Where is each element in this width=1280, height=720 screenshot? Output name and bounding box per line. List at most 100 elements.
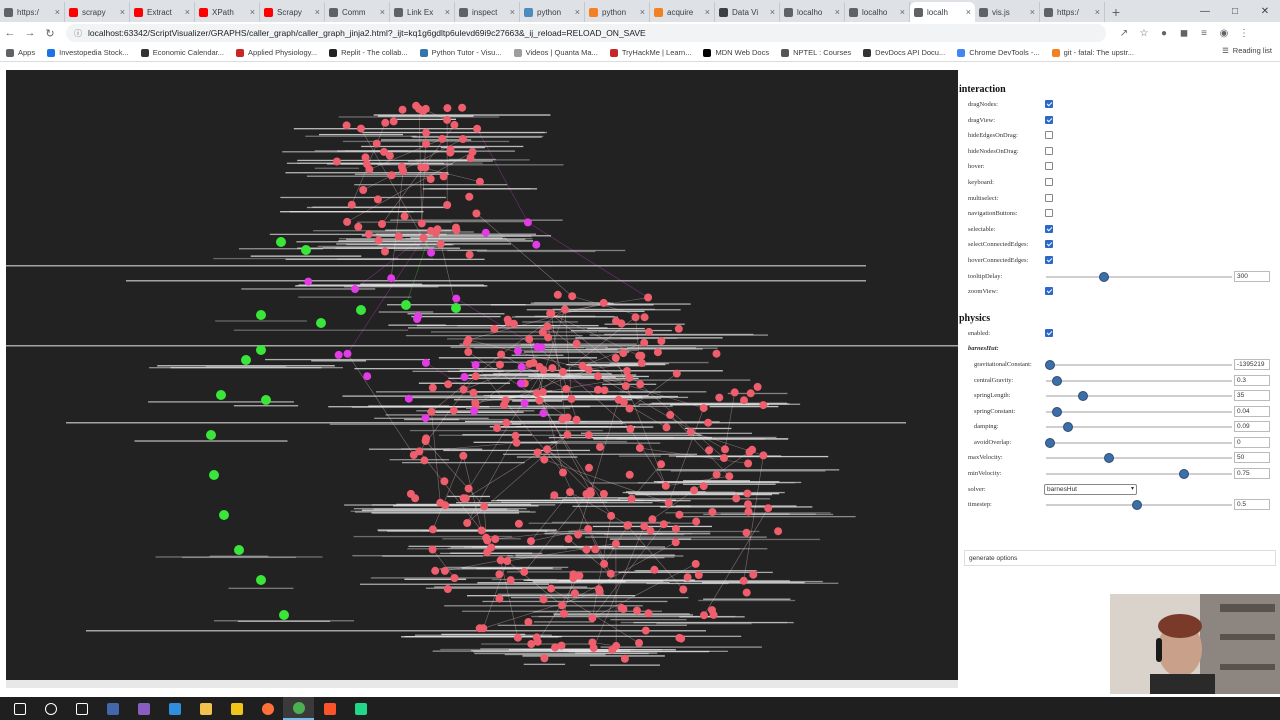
tab-close-icon[interactable]: × [380,7,385,17]
horizontal-scrollbar[interactable] [6,680,958,688]
graph-node[interactable] [502,418,511,427]
graph-node[interactable] [496,360,504,369]
select-connected-edges-checkbox[interactable] [1045,240,1053,249]
bookmark-item[interactable]: Applied Physiology... [236,48,317,57]
graph-node[interactable] [715,393,724,402]
graph-node[interactable] [471,398,480,407]
app-icon[interactable] [97,697,128,720]
slider-handle[interactable] [1044,359,1055,370]
hover-connected-edges-checkbox[interactable] [1045,255,1053,264]
graph-node[interactable] [241,355,251,365]
graph-node[interactable] [421,358,430,367]
graph-node[interactable] [427,407,436,416]
tab-close-icon[interactable]: × [835,7,840,17]
max-velocity-slider[interactable] [1046,453,1232,464]
graph-node[interactable] [588,614,597,623]
slider-handle[interactable] [1132,500,1143,511]
graph-node[interactable] [539,409,548,418]
file-explorer-icon[interactable] [190,697,221,720]
visual-studio-icon[interactable] [128,697,159,720]
graph-node[interactable] [479,624,488,633]
graph-node[interactable] [465,250,474,259]
back-icon[interactable]: ← [0,27,20,39]
graph-node[interactable] [458,103,467,112]
slider-handle[interactable] [1044,437,1055,448]
bookmark-item[interactable]: Investopedia Stock... [47,48,129,57]
graph-node[interactable] [459,494,468,503]
graph-node[interactable] [372,139,381,148]
graph-node[interactable] [444,380,453,389]
graph-node[interactable] [427,248,436,257]
graph-node[interactable] [671,524,680,533]
browser-tab[interactable]: Data Vi × [715,2,780,22]
graph-node[interactable] [624,521,633,530]
graph-node[interactable] [421,163,430,172]
graph-node[interactable] [357,124,365,133]
graph-node[interactable] [543,322,552,331]
puzzle-icon[interactable]: ◼ [1174,28,1194,39]
damping-value-input[interactable]: 0.09 [1234,421,1270,433]
graph-node[interactable] [644,609,653,618]
graph-node[interactable] [343,217,352,226]
graph-node[interactable] [496,556,505,565]
browser-tab[interactable]: python × [585,2,650,22]
graph-node[interactable] [742,588,751,597]
min-velocity-slider[interactable] [1046,469,1232,480]
graph-node[interactable] [359,186,368,194]
graph-node[interactable] [606,569,615,578]
graph-node[interactable] [473,124,482,133]
graph-node[interactable] [653,348,662,357]
graph-node[interactable] [501,396,510,405]
graph-node[interactable] [662,423,671,432]
graph-node[interactable] [712,470,721,479]
graph-node[interactable] [694,571,703,579]
reading-list[interactable]: ☰ Reading list [1222,46,1272,55]
slider-handle[interactable] [1078,391,1089,402]
bookmark-item[interactable]: MDN Web Docs [703,48,769,57]
graph-node[interactable] [378,220,386,228]
graph-node[interactable] [586,487,595,496]
slider-handle[interactable] [1052,406,1063,417]
graph-node[interactable] [679,585,688,594]
graph-node[interactable] [774,527,783,536]
graph-node[interactable] [744,500,752,509]
queue-icon[interactable]: ≡ [1194,28,1214,39]
generate-options-button[interactable]: generate options [964,550,1276,566]
graph-node[interactable] [459,451,468,460]
tab-close-icon[interactable]: × [900,7,905,17]
graph-node[interactable] [607,511,616,520]
graph-node[interactable] [464,484,473,493]
graph-node[interactable] [621,382,630,390]
selectable-checkbox[interactable] [1045,224,1053,233]
graph-node[interactable] [513,633,522,642]
graph-node[interactable] [712,349,721,358]
browser-tab[interactable]: acquire × [650,2,715,22]
graph-node[interactable] [452,226,461,235]
graph-node[interactable] [612,641,621,650]
graph-node[interactable] [759,401,768,410]
graph-node[interactable] [704,418,713,427]
tab-close-icon[interactable]: × [185,7,190,17]
graph-node[interactable] [387,274,396,283]
graph-node[interactable] [483,548,492,557]
browser-tab[interactable]: scrapy × [65,2,130,22]
graph-node[interactable] [749,570,758,579]
graph-node[interactable] [633,606,641,615]
graph-node[interactable] [672,369,681,378]
graph-node[interactable] [533,448,542,457]
graph-node[interactable] [626,425,635,433]
tooltip-delay-value-input[interactable]: 300 [1234,270,1270,282]
graph-node[interactable] [431,566,440,575]
graph-node[interactable] [705,446,714,455]
graph-node[interactable] [596,443,604,451]
menu-icon[interactable]: ⋮ [1234,28,1254,39]
graph-node[interactable] [409,451,418,459]
graph-node[interactable] [495,594,504,603]
graph-node[interactable] [683,573,692,582]
task-view-icon[interactable] [66,697,97,720]
graph-node[interactable] [568,292,577,301]
graph-node[interactable] [744,459,753,468]
browser-tab[interactable]: vis.js × [975,2,1040,22]
graph-node[interactable] [539,388,547,397]
graph-node[interactable] [524,618,533,626]
